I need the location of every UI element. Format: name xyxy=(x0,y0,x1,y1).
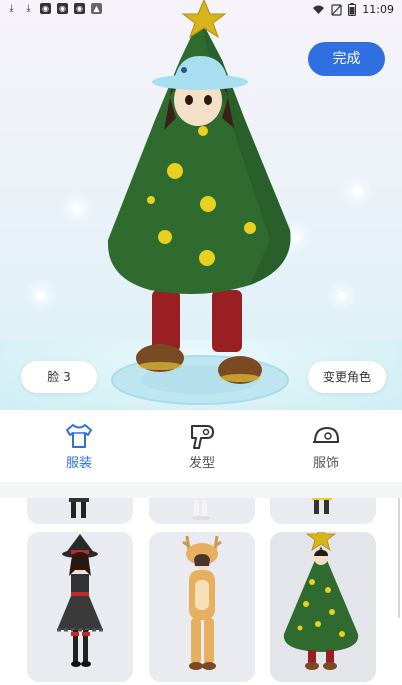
tab-label: 服装 xyxy=(65,456,92,471)
character-leg xyxy=(152,290,180,352)
hair-dryer-icon xyxy=(191,425,214,449)
tree-ornament xyxy=(147,196,155,204)
sparkle-decoration xyxy=(72,204,82,214)
outfit-card[interactable] xyxy=(149,498,255,524)
category-tabs: 服装 发型 服饰 xyxy=(0,410,402,480)
outfit-card[interactable] xyxy=(270,498,376,524)
outfit-thumbnail xyxy=(69,498,89,518)
outfit-thumbnail xyxy=(192,500,210,520)
cap-icon xyxy=(313,427,339,443)
wifi-icon xyxy=(313,5,325,14)
outfit-card-christmas-tree[interactable] xyxy=(270,532,376,682)
tree-ornament xyxy=(158,230,172,244)
battery-icon xyxy=(348,3,357,16)
outfit-card[interactable] xyxy=(27,498,133,524)
tab-clothes[interactable]: 服装 xyxy=(49,422,109,471)
sparkle-decoration xyxy=(36,290,46,300)
status-bar: ⤓ ⤓ ◉ ◉ ◉ ▲ 11:09 xyxy=(0,0,402,20)
outfit-thumbnail xyxy=(182,535,222,670)
outfit-card-witch[interactable] xyxy=(27,532,133,682)
outfit-card-reindeer[interactable] xyxy=(149,532,255,682)
tree-ornament xyxy=(198,126,208,136)
change-role-button[interactable]: 变更角色 xyxy=(308,361,386,393)
tab-label: 发型 xyxy=(188,456,215,471)
grid-scrollbar[interactable] xyxy=(398,498,400,618)
shirt-icon xyxy=(66,424,92,448)
done-button[interactable]: 完成 xyxy=(308,42,385,76)
character-model xyxy=(107,0,291,384)
outfit-thumbnail xyxy=(312,498,332,514)
download-icon: ⤓ xyxy=(26,3,31,14)
outfit-thumbnail xyxy=(283,532,359,670)
app-icon: ◉ xyxy=(40,3,51,14)
tree-ornament xyxy=(199,250,215,266)
sparkle-decoration xyxy=(338,292,346,300)
avatar-editor-screen: { "status_bar": { "time": "11:09", "left… xyxy=(0,0,402,685)
tree-ornament xyxy=(167,163,183,179)
section-divider xyxy=(0,482,402,498)
app-icon: ◉ xyxy=(57,3,68,14)
sparkle-decoration xyxy=(352,186,362,196)
outfit-thumbnail xyxy=(57,534,103,667)
tab-hairstyle[interactable]: 发型 xyxy=(172,422,232,471)
app-icon: ▲ xyxy=(91,3,102,14)
clock-time: 11:09 xyxy=(362,3,394,16)
face-selector-button[interactable]: 脸 3 xyxy=(21,361,97,393)
tree-ornament xyxy=(244,222,256,234)
download-icon: ⤓ xyxy=(9,3,14,14)
no-sim-icon xyxy=(331,3,342,16)
tree-ornament xyxy=(200,196,216,212)
character-leg xyxy=(212,290,242,352)
app-icon: ◉ xyxy=(74,3,85,14)
outfit-grid xyxy=(0,498,402,685)
tab-accessories[interactable]: 服饰 xyxy=(296,422,356,471)
tab-label: 服饰 xyxy=(312,456,339,471)
